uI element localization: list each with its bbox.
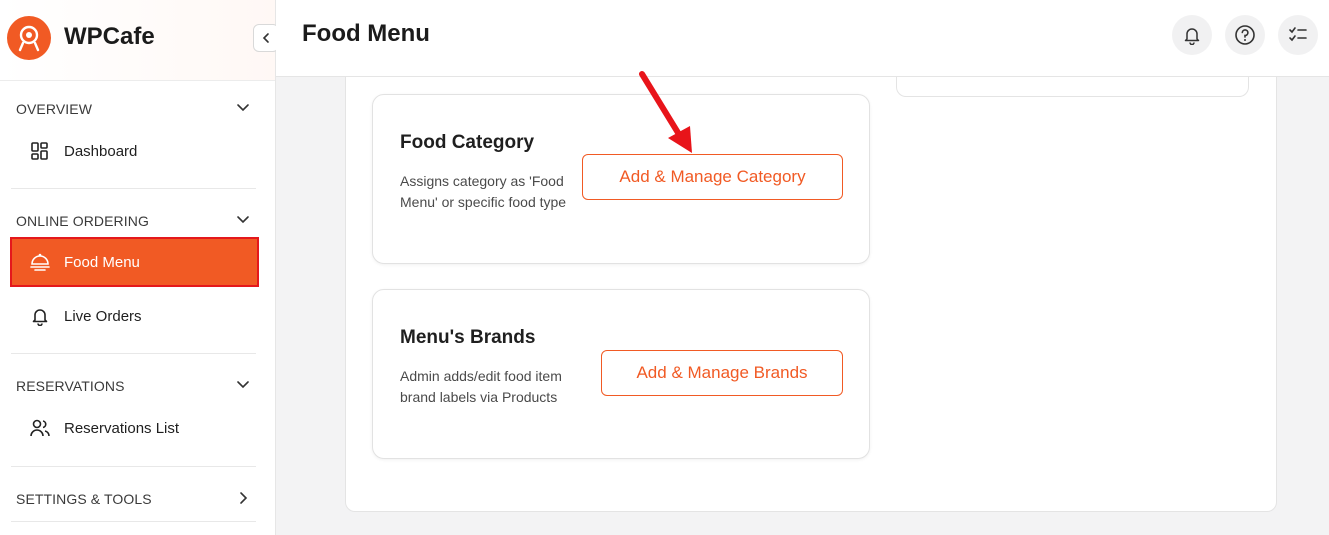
card-description: Admin adds/edit food item brand labels v… [400, 368, 562, 405]
section-online-ordering[interactable]: ONLINE ORDERING [16, 213, 149, 229]
divider [11, 521, 256, 522]
sidebar-item-label: Reservations List [64, 419, 180, 437]
card-title: Food Category [400, 132, 535, 153]
checklist-icon [1289, 27, 1307, 42]
card-description: Assigns category as 'Food Menu' or speci… [400, 173, 567, 210]
chevron-down-icon[interactable] [235, 212, 251, 228]
annotation-arrow-icon [639, 71, 692, 153]
sidebar: WPCafe OVERVIEW Dashboard ONLINE ORDERIN… [0, 0, 279, 535]
card-menu-brands: Menu's Brands Admin adds/edit food item … [372, 289, 870, 459]
wpcafe-logo-icon[interactable] [7, 16, 51, 60]
sidebar-item-label: Dashboard [64, 142, 138, 160]
add-manage-brands-button[interactable]: Add & Manage Brands [601, 350, 843, 396]
food-dish-icon [29, 251, 51, 273]
users-icon [29, 417, 51, 439]
divider [11, 353, 256, 354]
divider [11, 466, 256, 467]
add-manage-category-button[interactable]: Add & Manage Category [582, 154, 843, 200]
card-title: Menu's Brands [400, 327, 536, 348]
brand-name: WPCafe [64, 23, 155, 50]
divider [11, 188, 256, 189]
sidebar-item-label: Food Menu [64, 253, 140, 271]
sidebar-item-reservations-list[interactable]: Reservations List [12, 405, 257, 451]
card-partial [896, 77, 1249, 97]
chevron-down-icon[interactable] [235, 100, 251, 116]
notifications-button[interactable] [1172, 15, 1212, 55]
section-settings-tools[interactable]: SETTINGS & TOOLS [16, 491, 152, 507]
section-reservations[interactable]: RESERVATIONS [16, 378, 125, 394]
sidebar-item-label: Live Orders [64, 307, 142, 325]
dashboard-grid-icon [29, 140, 51, 162]
brand-header: WPCafe [0, 0, 275, 81]
top-header: Food Menu [276, 0, 1329, 77]
checklist-button[interactable] [1278, 15, 1318, 55]
sidebar-item-dashboard[interactable]: Dashboard [12, 128, 257, 174]
help-button[interactable] [1225, 15, 1265, 55]
help-icon [1235, 25, 1255, 45]
section-overview[interactable]: OVERVIEW [16, 101, 92, 117]
bell-icon [1184, 28, 1200, 45]
bell-icon [29, 305, 51, 327]
sidebar-item-food-menu[interactable]: Food Menu [10, 237, 259, 287]
chevron-left-icon [262, 33, 269, 43]
page-title: Food Menu [302, 20, 430, 47]
card-food-category: Food Category Assigns category as 'Food … [372, 94, 870, 264]
sidebar-item-live-orders[interactable]: Live Orders [12, 293, 257, 339]
chevron-right-icon[interactable] [235, 490, 251, 506]
chevron-down-icon[interactable] [235, 377, 251, 393]
